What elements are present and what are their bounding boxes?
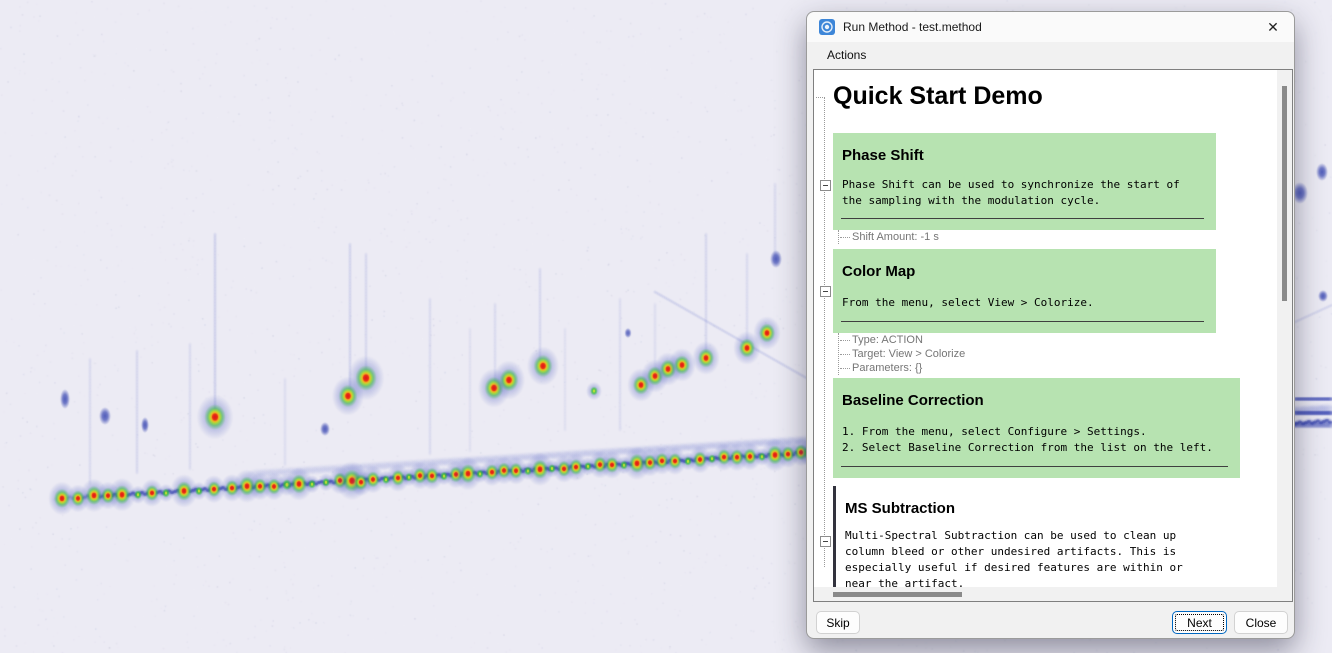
step-underline — [841, 466, 1228, 467]
horizontal-scrollbar[interactable] — [814, 587, 1277, 601]
run-method-dialog: Run Method - test.method ✕ Actions Quick… — [806, 11, 1295, 639]
step-color-map-params: Type: ACTION Target: View > Colorize Par… — [838, 333, 965, 375]
tree-collapse-icon[interactable] — [820, 180, 831, 191]
menubar: Actions — [807, 42, 1294, 68]
dialog-title: Run Method - test.method — [843, 20, 982, 34]
vertical-scrollbar-thumb[interactable] — [1282, 86, 1287, 301]
horizontal-scrollbar-thumb[interactable] — [833, 592, 962, 597]
step-title: Phase Shift — [842, 147, 924, 164]
tree-guide-line — [824, 97, 825, 567]
skip-button[interactable]: Skip — [816, 611, 860, 634]
vertical-scrollbar[interactable] — [1277, 70, 1292, 587]
method-steps-view[interactable]: Quick Start Demo Phase Shift Phase Shift… — [814, 70, 1277, 587]
step-ms-subtraction[interactable]: MS Subtraction Multi-Spectral Subtractio… — [833, 486, 1240, 587]
dialog-titlebar[interactable]: Run Method - test.method ✕ — [807, 12, 1294, 42]
step-baseline-correction[interactable]: Baseline Correction 1. From the menu, se… — [833, 378, 1240, 478]
scrollbar-corner — [1277, 587, 1292, 601]
desktop: Run Method - test.method ✕ Actions Quick… — [0, 0, 1332, 653]
step-body: 1. From the menu, select Configure > Set… — [842, 424, 1213, 456]
step-title: Color Map — [842, 263, 915, 280]
step-body: From the menu, select View > Colorize. — [842, 295, 1094, 311]
app-icon — [819, 19, 835, 35]
step-phase-shift-params: Shift Amount: -1 s — [838, 230, 939, 244]
step-title: MS Subtraction — [845, 500, 955, 517]
tree-root-connector — [816, 97, 825, 98]
next-button[interactable]: Next — [1172, 611, 1227, 634]
param-item[interactable]: Parameters: {} — [852, 361, 965, 375]
method-steps-panel: Quick Start Demo Phase Shift Phase Shift… — [813, 69, 1293, 602]
step-underline — [841, 321, 1204, 322]
step-color-map[interactable]: Color Map From the menu, select View > C… — [833, 249, 1216, 333]
tree-collapse-icon[interactable] — [820, 286, 831, 297]
tree-collapse-icon[interactable] — [820, 536, 831, 547]
doc-title: Quick Start Demo — [833, 82, 1043, 111]
param-item[interactable]: Target: View > Colorize — [852, 347, 965, 361]
step-body: Phase Shift can be used to synchronize t… — [842, 177, 1180, 209]
close-icon[interactable]: ✕ — [1262, 17, 1284, 37]
step-title: Baseline Correction — [842, 392, 984, 409]
close-button[interactable]: Close — [1234, 611, 1288, 634]
step-underline — [841, 218, 1204, 219]
param-item[interactable]: Shift Amount: -1 s — [852, 230, 939, 244]
step-body: Multi-Spectral Subtraction can be used t… — [845, 528, 1183, 587]
menu-actions[interactable]: Actions — [823, 47, 870, 63]
step-phase-shift[interactable]: Phase Shift Phase Shift can be used to s… — [833, 133, 1216, 230]
param-item[interactable]: Type: ACTION — [852, 333, 965, 347]
